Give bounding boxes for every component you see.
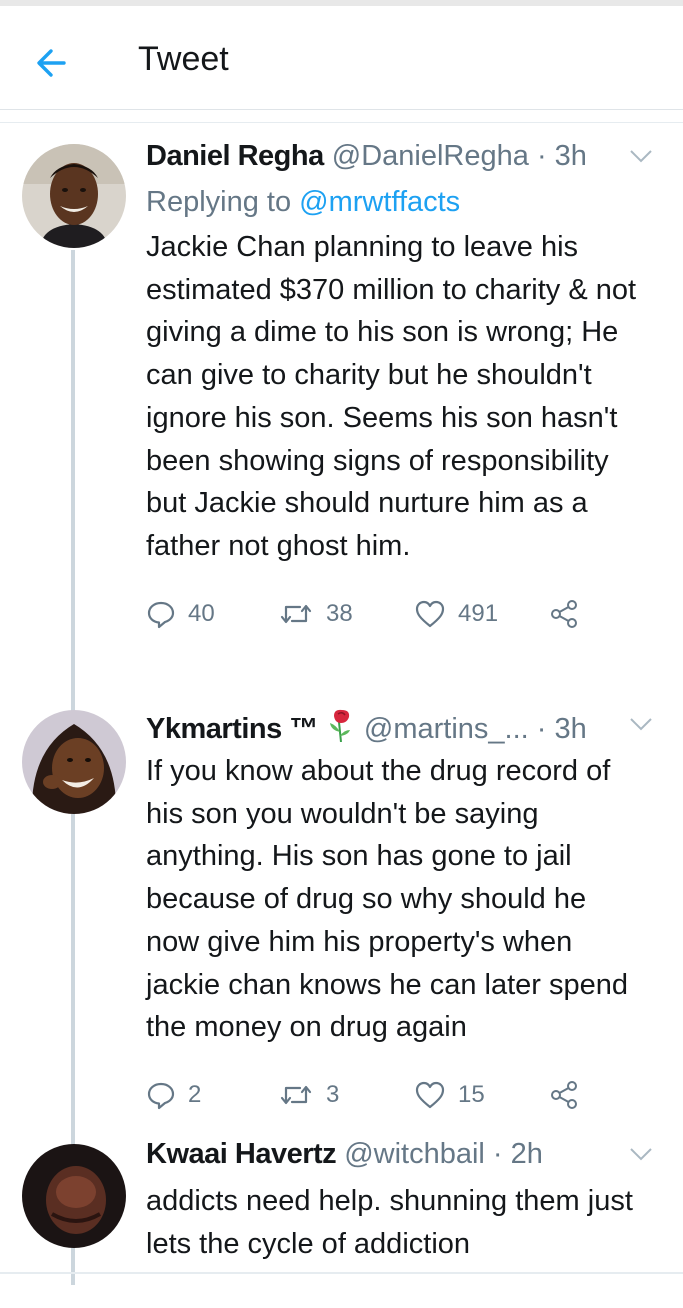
back-arrow-icon[interactable]	[30, 40, 76, 86]
display-name[interactable]: Ykmartins ™	[146, 713, 318, 745]
tweet-header: Kwaai Havertz @witchbail · 2h	[146, 1138, 666, 1178]
top-bar: Tweet	[0, 6, 683, 123]
rose-emoji-icon	[329, 709, 350, 742]
share-icon	[551, 599, 577, 628]
timestamp: 2h	[510, 1138, 543, 1170]
tweet-actions: 40 38 491	[146, 592, 666, 636]
display-name[interactable]: Daniel Regha	[146, 140, 324, 172]
tweet-actions: 2 3 15	[146, 1073, 666, 1117]
share-button[interactable]	[548, 592, 592, 636]
avatar[interactable]	[22, 1144, 126, 1248]
like-count: 15	[458, 1080, 485, 1108]
reply-icon	[147, 1082, 175, 1110]
like-button[interactable]: 491	[414, 592, 498, 636]
separator-dot: ·	[484, 1138, 511, 1170]
like-button[interactable]: 15	[414, 1073, 485, 1117]
reply-button[interactable]: 40	[146, 592, 215, 636]
like-icon	[415, 600, 445, 627]
tweet-text: addicts need help. shunning them just le…	[146, 1185, 633, 1260]
timestamp: 3h	[554, 140, 587, 172]
display-name[interactable]: Kwaai Havertz	[146, 1138, 337, 1170]
retweet-icon	[280, 604, 312, 623]
tweet-text: If you know about the drug record of his…	[146, 755, 629, 1044]
reply-count: 2	[188, 1080, 202, 1108]
share-button[interactable]	[548, 1073, 592, 1117]
tweet-header: Ykmartins ™ @martins_... · 3h	[146, 708, 666, 748]
like-icon	[415, 1081, 445, 1109]
retweet-count: 3	[326, 1080, 340, 1108]
replying-prefix: Replying to	[146, 186, 300, 218]
avatar[interactable]	[22, 144, 126, 248]
mention-link[interactable]: @mrwtffacts	[299, 186, 460, 218]
chevron-down-icon[interactable]	[628, 714, 654, 734]
replying-to: Replying to @mrwtffacts	[146, 180, 666, 226]
separator-dot: ·	[528, 713, 555, 745]
bottom-divider	[0, 1272, 683, 1274]
retweet-button[interactable]: 38	[278, 592, 353, 636]
chevron-down-icon[interactable]	[628, 1144, 654, 1164]
chevron-down-icon[interactable]	[628, 146, 654, 166]
handle[interactable]: @martins_...	[364, 713, 529, 745]
retweet-icon	[280, 1085, 312, 1105]
timestamp: 3h	[554, 713, 587, 745]
tweet-header: Daniel Regha @DanielRegha · 3h	[146, 140, 666, 180]
share-icon	[551, 1080, 577, 1109]
reply-icon	[147, 601, 175, 628]
retweet-button[interactable]: 3	[278, 1073, 339, 1117]
reply-count: 40	[188, 599, 215, 627]
separator-dot: ·	[528, 140, 555, 172]
tweet-text: Jackie Chan planning to leave his estima…	[146, 231, 637, 562]
reply-button[interactable]: 2	[146, 1073, 201, 1117]
handle[interactable]: @DanielRegha	[332, 140, 529, 172]
page-title: Tweet	[138, 40, 229, 78]
retweet-count: 38	[326, 599, 353, 627]
like-count: 491	[458, 599, 499, 627]
handle[interactable]: @witchbail	[344, 1138, 485, 1170]
avatar[interactable]	[22, 710, 126, 814]
